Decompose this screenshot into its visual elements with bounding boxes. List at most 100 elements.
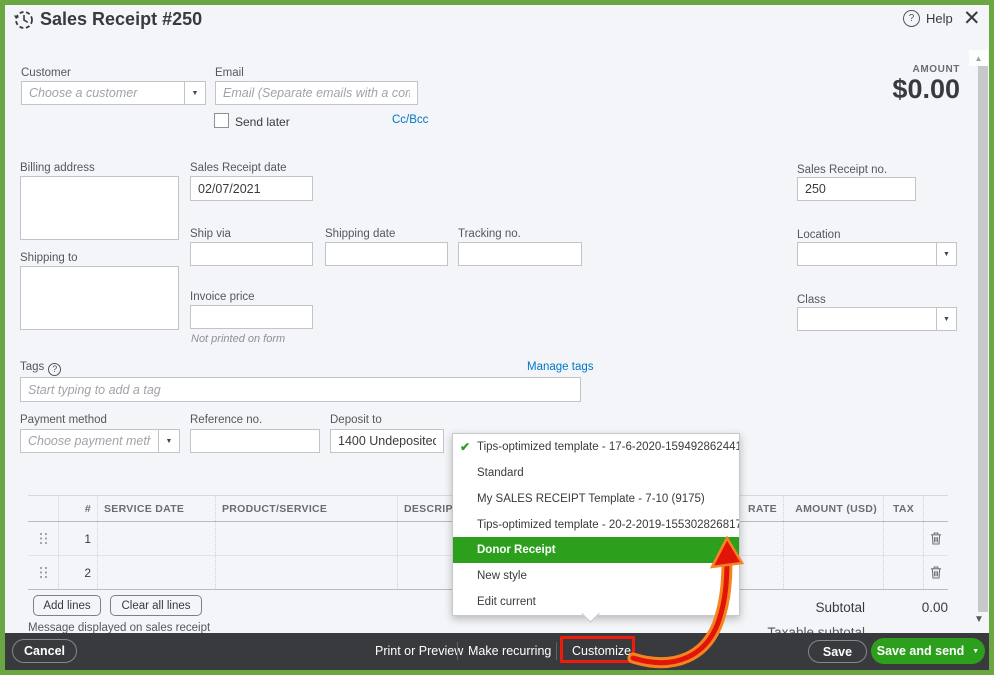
- row-delete-button[interactable]: [923, 522, 948, 555]
- template-menu-item-label: Donor Receipt: [477, 544, 556, 556]
- location-input[interactable]: [797, 242, 937, 266]
- email-input[interactable]: [215, 81, 418, 105]
- amount-value: $0.00: [810, 74, 960, 105]
- help-icon: ?: [903, 10, 920, 27]
- chevron-down-icon: ▼: [943, 251, 950, 258]
- class-label: Class: [797, 294, 826, 306]
- tracking-no-input[interactable]: [458, 242, 582, 266]
- add-lines-button[interactable]: Add lines: [33, 595, 101, 616]
- template-menu-item-label: My SALES RECEIPT Template - 7-10 (9175): [477, 493, 705, 505]
- class-dropdown-button[interactable]: ▼: [936, 307, 957, 331]
- trash-header: [923, 496, 948, 521]
- customer-label: Customer: [21, 67, 71, 79]
- payment-method-label: Payment method: [20, 414, 107, 426]
- scrollbar-down-arrow[interactable]: ▼: [974, 614, 984, 625]
- close-icon[interactable]: ✕: [963, 8, 981, 29]
- class-input[interactable]: [797, 307, 937, 331]
- sales-receipt-no-input[interactable]: [797, 177, 916, 201]
- product-service-cell[interactable]: [215, 556, 397, 589]
- service-date-cell[interactable]: [97, 522, 215, 555]
- chevron-down-icon: ▼: [192, 90, 199, 97]
- template-menu-item[interactable]: Tips-optimized template - 20-2-2019-1553…: [453, 512, 739, 538]
- chevron-down-icon: ▼: [972, 648, 979, 655]
- template-menu-item[interactable]: My SALES RECEIPT Template - 7-10 (9175): [453, 486, 739, 512]
- amount-cell[interactable]: [783, 522, 883, 555]
- ship-via-label: Ship via: [190, 228, 231, 240]
- tax-cell[interactable]: [883, 522, 923, 555]
- service-date-cell[interactable]: [97, 556, 215, 589]
- ship-via-input[interactable]: [190, 242, 313, 266]
- row-number: 1: [58, 522, 97, 555]
- template-menu-item[interactable]: Donor Receipt: [453, 537, 739, 563]
- save-and-send-label: Save and send: [877, 644, 965, 658]
- template-menu-item-label: Tips-optimized template - 17-6-2020-1594…: [477, 441, 739, 453]
- clear-all-lines-button[interactable]: Clear all lines: [110, 595, 202, 616]
- template-menu-item-label: Tips-optimized template - 20-2-2019-1553…: [477, 519, 739, 531]
- row-delete-button[interactable]: [923, 556, 948, 589]
- subtotal-value: 0.00: [888, 600, 948, 615]
- footer-bar: Cancel Print or Preview Make recurring C…: [5, 633, 989, 670]
- recurring-clock-icon: [13, 9, 35, 36]
- payment-method-input[interactable]: [20, 429, 159, 453]
- save-and-send-button[interactable]: Save and send ▼: [871, 638, 985, 664]
- send-later-label: Send later: [235, 115, 290, 129]
- deposit-to-input[interactable]: [330, 429, 444, 453]
- row-number: 2: [58, 556, 97, 589]
- tax-cell[interactable]: [883, 556, 923, 589]
- help-button[interactable]: ? Help: [903, 10, 953, 27]
- trash-icon: [930, 531, 942, 546]
- template-menu-item-label: Standard: [477, 467, 524, 479]
- cc-bcc-link[interactable]: Cc/Bcc: [392, 114, 428, 126]
- sales-receipt-window: Sales Receipt #250 ? Help ✕ Customer ▼ E…: [0, 0, 994, 675]
- row-drag-handle[interactable]: [28, 522, 58, 555]
- sales-receipt-date-label: Sales Receipt date: [190, 162, 287, 174]
- chevron-down-icon: ▼: [166, 438, 173, 445]
- template-menu-item[interactable]: Standard: [453, 460, 739, 486]
- tags-input[interactable]: [20, 377, 581, 402]
- sales-receipt-date-input[interactable]: [190, 176, 313, 201]
- drag-handle-icon: [39, 532, 48, 545]
- tags-label: Tags?: [20, 361, 61, 376]
- reference-no-label: Reference no.: [190, 414, 262, 426]
- customer-dropdown-button[interactable]: ▼: [184, 81, 206, 105]
- billing-address-label: Billing address: [20, 162, 95, 174]
- scrollbar-up-arrow[interactable]: ▲: [969, 50, 988, 66]
- invoice-price-input[interactable]: [190, 305, 313, 329]
- product-service-cell[interactable]: [215, 522, 397, 555]
- service-date-header: SERVICE DATE: [97, 496, 215, 521]
- save-button[interactable]: Save: [808, 640, 867, 663]
- reference-no-input[interactable]: [190, 429, 320, 453]
- page-title: Sales Receipt #250: [40, 9, 202, 30]
- tags-help-icon[interactable]: ?: [48, 363, 61, 376]
- template-menu-item[interactable]: ✔Tips-optimized template - 17-6-2020-159…: [453, 434, 739, 460]
- template-menu-item-label: New style: [477, 570, 527, 582]
- row-drag-handle[interactable]: [28, 556, 58, 589]
- drag-handle-icon: [39, 566, 48, 579]
- payment-method-dropdown-button[interactable]: ▼: [158, 429, 180, 453]
- amount-header: AMOUNT (USD): [783, 496, 883, 521]
- scrollbar-thumb[interactable]: [978, 66, 988, 612]
- product-service-header: PRODUCT/SERVICE: [215, 496, 397, 521]
- tracking-no-label: Tracking no.: [458, 228, 521, 240]
- customer-input[interactable]: [21, 81, 185, 105]
- amount-cell[interactable]: [783, 556, 883, 589]
- invoice-price-note: Not printed on form: [191, 333, 285, 345]
- deposit-to-label: Deposit to: [330, 414, 382, 426]
- footer-divider: [556, 642, 557, 660]
- manage-tags-link[interactable]: Manage tags: [527, 361, 594, 373]
- cancel-button[interactable]: Cancel: [12, 639, 77, 663]
- make-recurring-button[interactable]: Make recurring: [468, 644, 551, 658]
- customize-highlight-annotation: [560, 636, 635, 663]
- num-header: #: [58, 496, 97, 521]
- shipping-date-input[interactable]: [325, 242, 448, 266]
- shipping-to-label: Shipping to: [20, 252, 78, 264]
- footer-divider: [457, 642, 458, 660]
- chevron-down-icon: ▼: [943, 316, 950, 323]
- template-menu-item[interactable]: New style: [453, 563, 739, 589]
- location-dropdown-button[interactable]: ▼: [936, 242, 957, 266]
- checkmark-icon: ✔: [460, 440, 477, 454]
- billing-address-input[interactable]: [20, 176, 179, 240]
- send-later-checkbox[interactable]: [214, 113, 229, 128]
- print-or-preview-button[interactable]: Print or Preview: [375, 644, 463, 658]
- shipping-to-input[interactable]: [20, 266, 179, 330]
